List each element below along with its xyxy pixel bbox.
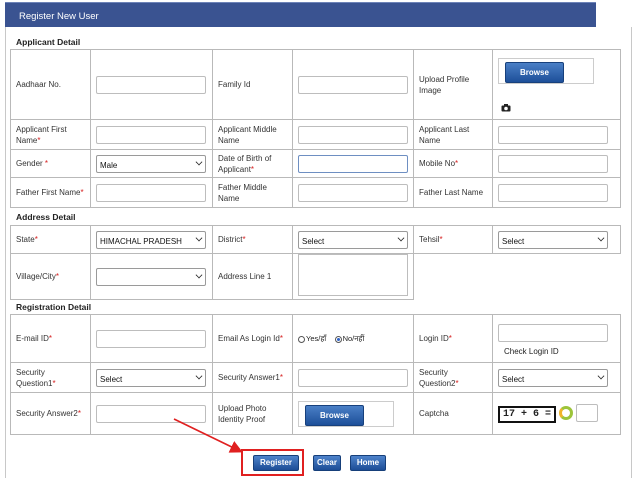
email-as-login-label: Email As Login Id*: [212, 314, 293, 363]
chevron-down-icon: [195, 158, 203, 165]
email-login-no-radio[interactable]: [334, 335, 342, 343]
chevron-down-icon: [597, 234, 605, 241]
no-label: No/नहीं: [342, 334, 365, 343]
home-button[interactable]: Home: [350, 455, 386, 471]
profile-browse-button[interactable]: Browse: [505, 62, 564, 83]
family-id-input[interactable]: [298, 75, 408, 94]
login-id-input[interactable]: [498, 324, 608, 342]
middle-name-label: Applicant Middle Name: [212, 119, 293, 150]
aadhaar-input[interactable]: [96, 75, 206, 94]
address-line1-label: Address Line 1: [212, 253, 293, 300]
section-registration-title: Registration Detail: [16, 302, 92, 312]
chevron-down-icon: [397, 234, 405, 241]
first-name-input[interactable]: [96, 125, 206, 144]
last-name-input[interactable]: [498, 125, 608, 144]
address-line1-textarea[interactable]: [298, 254, 408, 296]
upload-profile-label: Upload Profile Image: [413, 49, 493, 120]
gender-label: Gender *: [10, 149, 91, 178]
district-select[interactable]: Select: [298, 230, 408, 249]
gender-select[interactable]: Male: [96, 154, 206, 173]
captcha-label: Captcha: [413, 392, 493, 435]
captcha-input[interactable]: [576, 404, 599, 423]
yes-label: Yes/हाँ: [306, 334, 327, 343]
address-table: State* HIMACHAL PRADESH District* Select…: [10, 225, 621, 300]
annotation-arrow-icon: [173, 418, 243, 453]
captcha-image: 17 + 6 =: [498, 405, 557, 423]
email-input[interactable]: [96, 329, 206, 348]
last-name-label: Applicant Last Name: [413, 119, 493, 150]
middle-name-input[interactable]: [298, 125, 408, 144]
tehsil-select[interactable]: Select: [498, 230, 608, 249]
check-login-link[interactable]: Check Login ID: [498, 346, 615, 357]
refresh-captcha-icon[interactable]: [559, 406, 574, 421]
family-id-label: Family Id: [212, 49, 293, 120]
annotation-highlight-box: [241, 449, 304, 476]
page-title: Register New User: [19, 11, 99, 22]
email-label: E-mail ID*: [10, 314, 91, 363]
father-last-label: Father Last Name: [413, 177, 493, 208]
father-first-label: Father First Name*: [10, 177, 91, 208]
page-header: Register New User: [5, 2, 596, 27]
clear-button[interactable]: Clear: [313, 455, 341, 471]
sec-q2-label: Security Question2*: [413, 362, 493, 393]
sec-q2-select[interactable]: Select: [498, 368, 608, 387]
village-select[interactable]: [96, 267, 206, 286]
mobile-label: Mobile No*: [413, 149, 493, 178]
sec-q1-label: Security Question1*: [10, 362, 91, 393]
section-address-title: Address Detail: [16, 212, 76, 222]
aadhaar-label: Aadhaar No.: [10, 49, 91, 120]
state-label: State*: [10, 225, 91, 254]
state-select[interactable]: HIMACHAL PRADESH: [96, 230, 206, 249]
father-middle-label: Father Middle Name: [212, 177, 293, 208]
father-middle-input[interactable]: [298, 183, 408, 202]
registration-table: E-mail ID* Email As Login Id* Yes/हाँ No…: [10, 314, 621, 435]
village-label: Village/City*: [10, 253, 91, 300]
photo-upload-box: Browse: [298, 400, 394, 427]
applicant-table: Aadhaar No. Family Id Upload Profile Ima…: [10, 49, 621, 208]
first-name-label: Applicant First Name*: [10, 119, 91, 150]
chevron-down-icon: [195, 234, 203, 241]
sec-a1-label: Security Answer1*: [212, 362, 293, 393]
tehsil-label: Tehsil*: [413, 225, 493, 254]
father-first-input[interactable]: [96, 183, 206, 202]
camera-icon[interactable]: [501, 104, 511, 112]
chevron-down-icon: [195, 271, 203, 278]
chevron-down-icon: [597, 372, 605, 379]
sec-a1-input[interactable]: [298, 368, 408, 387]
email-login-yes-radio[interactable]: [298, 335, 305, 343]
photo-browse-button[interactable]: Browse: [305, 404, 364, 426]
profile-upload-box: Browse: [498, 58, 594, 84]
mobile-input[interactable]: [498, 154, 608, 173]
dob-label: Date of Birth of Applicant*: [212, 149, 293, 178]
chevron-down-icon: [195, 372, 203, 379]
district-label: District*: [212, 225, 293, 254]
father-last-input[interactable]: [498, 183, 608, 202]
section-applicant-title: Applicant Detail: [16, 37, 81, 47]
sec-q1-select[interactable]: Select: [96, 368, 206, 387]
dob-input[interactable]: [298, 154, 408, 173]
login-id-label: Login ID*: [413, 314, 493, 363]
sec-a2-label: Security Answer2*: [10, 392, 91, 435]
